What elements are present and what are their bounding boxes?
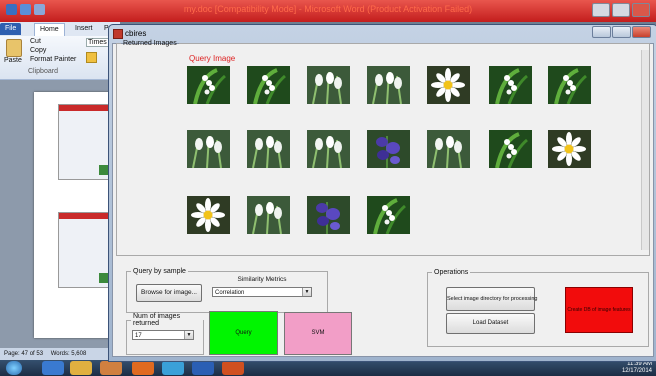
result-image-lily-of-valley — [247, 66, 290, 104]
clipboard-group-label: Clipboard — [28, 68, 58, 75]
undo-icon[interactable] — [34, 4, 45, 15]
result-image-lily-of-valley — [187, 66, 230, 104]
result-image-lily-of-valley — [489, 66, 532, 104]
media-player-icon[interactable] — [100, 361, 122, 375]
similarity-metrics-label: Similarity Metrics — [237, 276, 287, 283]
result-image-snowdrop — [247, 196, 290, 234]
maximize-icon[interactable] — [612, 3, 630, 17]
maximize-icon[interactable] — [612, 26, 631, 38]
returned-images-legend: Returned Images — [123, 40, 177, 47]
browse-image-button[interactable]: Browse for image... — [136, 284, 202, 302]
cbires-window-controls — [592, 26, 652, 40]
clock-date: 12/17/2014 — [621, 368, 652, 374]
query-by-sample-legend: Query by sample — [133, 268, 186, 275]
result-image-snowdrop — [427, 130, 470, 168]
result-image-snowdrop — [367, 66, 410, 104]
similarity-value: Correlation — [215, 290, 245, 296]
minimize-icon[interactable] — [592, 3, 610, 17]
word-window-title: my.doc [Compatibility Mode] - Microsoft … — [183, 4, 473, 14]
result-image-snowdrop — [307, 66, 350, 104]
ie-icon[interactable] — [42, 361, 64, 375]
create-db-button[interactable]: Create DB of image features — [565, 287, 633, 333]
result-image-bluebell — [307, 196, 350, 234]
close-icon[interactable] — [632, 26, 651, 38]
embedded-screenshot — [58, 104, 112, 180]
result-image-bluebell — [367, 130, 410, 168]
word-window-controls — [590, 3, 650, 17]
word-taskbar-icon[interactable] — [192, 361, 214, 375]
result-image-lily-of-valley — [548, 66, 591, 104]
result-image-snowdrop — [307, 130, 350, 168]
result-image-snowdrop — [247, 130, 290, 168]
page-count: Page: 47 of 53 — [4, 351, 44, 357]
num-images-value: 17 — [135, 333, 142, 339]
load-dataset-button[interactable]: Load Dataset — [446, 313, 535, 334]
system-clock[interactable]: 11:39 AM 12/17/2014 — [622, 361, 652, 375]
results-scrollbar[interactable] — [641, 50, 649, 250]
result-image-snowdrop — [187, 130, 230, 168]
quick-access-toolbar — [6, 4, 66, 18]
chevron-down-icon[interactable]: ▼ — [184, 331, 193, 339]
word-status-bar: Page: 47 of 53 Words: 5,608 — [0, 348, 120, 360]
result-image-lily-of-valley — [367, 196, 410, 234]
query-button[interactable]: Query — [209, 311, 278, 355]
similarity-metrics-select[interactable]: Correlation ▼ — [212, 287, 312, 297]
num-images-select[interactable]: 17 ▼ — [132, 330, 194, 340]
save-icon[interactable] — [20, 4, 31, 15]
result-image-daisy — [187, 196, 230, 234]
copy-button[interactable]: Copy — [30, 47, 46, 54]
query-image-label: Query Image — [189, 54, 236, 63]
window-title: cbires — [125, 29, 147, 38]
ribbon-tabs: File Home Insert Pa — [0, 22, 120, 36]
tab-home[interactable]: Home — [34, 23, 65, 36]
matlab-icon[interactable] — [222, 361, 244, 375]
result-image-daisy — [548, 130, 591, 168]
taskbar: 11:39 AM 12/17/2014 — [0, 360, 656, 376]
result-image-daisy — [427, 66, 470, 104]
skype-icon[interactable] — [162, 361, 184, 375]
chevron-down-icon[interactable]: ▼ — [302, 288, 311, 296]
clock-time: 11:39 AM — [627, 361, 652, 367]
bold-icon[interactable] — [86, 52, 97, 63]
svm-button[interactable]: SVM — [284, 312, 352, 355]
num-images-legend: Num of images returned — [133, 313, 181, 327]
operations-legend: Operations — [434, 269, 469, 276]
ribbon: Paste Cut Copy Format Painter Clipboard … — [0, 36, 120, 80]
word-count: Words: 5,608 — [50, 351, 87, 357]
firefox-icon[interactable] — [132, 361, 154, 375]
tab-insert[interactable]: Insert — [70, 23, 98, 35]
explorer-icon[interactable] — [70, 361, 92, 375]
format-painter-button[interactable]: Format Painter — [30, 56, 76, 63]
close-icon[interactable] — [632, 3, 650, 17]
tab-file[interactable]: File — [0, 23, 22, 35]
result-image-lily-of-valley — [489, 130, 532, 168]
paste-icon[interactable] — [6, 39, 22, 57]
paste-button[interactable]: Paste — [4, 57, 22, 64]
minimize-icon[interactable] — [592, 26, 611, 38]
start-button-icon[interactable] — [6, 361, 22, 375]
embedded-screenshot — [58, 212, 112, 288]
matlab-figure-icon — [113, 29, 123, 39]
cut-button[interactable]: Cut — [30, 38, 41, 45]
word-logo-icon[interactable] — [6, 4, 17, 15]
select-image-directory-button[interactable]: Select image directory for processing — [446, 287, 537, 311]
